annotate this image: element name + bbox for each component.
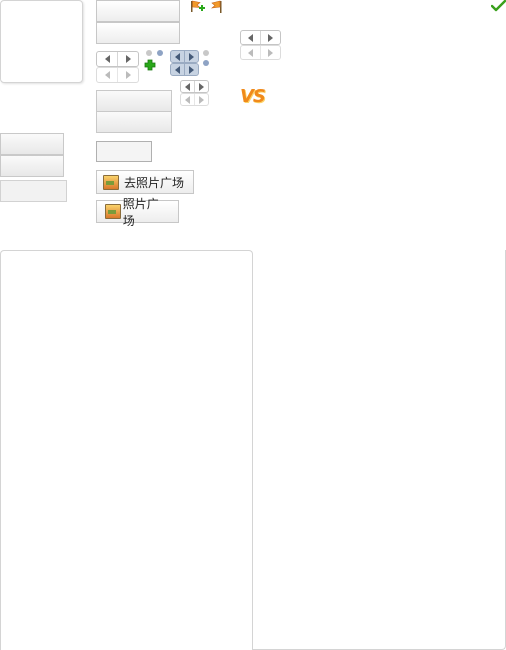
dot-blue-right — [203, 60, 209, 66]
prev-arrow-right-icon[interactable] — [241, 31, 260, 44]
sprite-button-mid-bottom[interactable] — [96, 111, 172, 133]
side-button-top[interactable] — [0, 133, 64, 155]
thumbnail-card — [0, 0, 83, 83]
pager-arrows-pressed[interactable] — [170, 63, 199, 76]
prev-arrow-small2-icon[interactable] — [181, 94, 194, 105]
pager-arrows-active[interactable] — [96, 51, 139, 67]
next-arrow-disabled-icon — [117, 68, 138, 82]
dot-gray — [146, 50, 152, 56]
next-arrow-small-icon[interactable] — [194, 81, 208, 92]
next-arrow-hover-icon[interactable] — [184, 51, 198, 62]
sprite-button-top[interactable] — [96, 0, 180, 22]
dot-gray-right — [203, 50, 209, 56]
pager-arrows-small-2[interactable] — [180, 93, 209, 106]
pager-arrows-right-disabled — [240, 45, 281, 60]
next-arrow-icon[interactable] — [117, 52, 138, 66]
photo-icon — [103, 174, 119, 190]
prev-arrow-icon[interactable] — [97, 52, 117, 66]
sprite-button-bottom[interactable] — [96, 22, 180, 44]
vs-badge: VS — [240, 86, 266, 107]
prev-arrow-right-disabled-icon — [241, 46, 260, 59]
flat-button[interactable] — [96, 141, 152, 162]
prev-arrow-hover-icon[interactable] — [171, 51, 184, 62]
left-panel — [0, 250, 253, 650]
right-panel — [253, 250, 506, 650]
pager-arrows-hover[interactable] — [170, 50, 199, 63]
flag-add-icon[interactable] — [190, 0, 206, 14]
plus-icon[interactable] — [144, 59, 156, 71]
flag-icon[interactable] — [210, 0, 226, 14]
prev-arrow-disabled-icon — [97, 68, 117, 82]
side-button-wide[interactable] — [0, 180, 67, 202]
prev-arrow-small-icon[interactable] — [181, 81, 194, 92]
photo-icon — [105, 204, 121, 219]
next-arrow-pressed-icon[interactable] — [184, 64, 198, 75]
pager-arrows-right[interactable] — [240, 30, 281, 45]
prev-arrow-pressed-icon[interactable] — [171, 64, 184, 75]
check-icon — [490, 0, 506, 12]
next-arrow-right-icon[interactable] — [260, 31, 280, 44]
go-photo-plaza-label: 去照片广场 — [124, 175, 185, 190]
next-arrow-small2-icon[interactable] — [194, 94, 208, 105]
photo-plaza-button[interactable]: 照片广场 — [96, 197, 179, 228]
next-arrow-right-disabled-icon — [260, 46, 280, 59]
sprite-button-mid-top[interactable] — [96, 90, 172, 112]
pager-arrows-small[interactable] — [180, 80, 209, 93]
go-photo-plaza-button[interactable]: 去照片广场 — [96, 170, 194, 194]
side-button-bottom[interactable] — [0, 155, 64, 177]
photo-plaza-label: 照片广场 — [122, 196, 159, 228]
pager-arrows-disabled — [96, 67, 139, 83]
dot-blue — [157, 50, 163, 56]
